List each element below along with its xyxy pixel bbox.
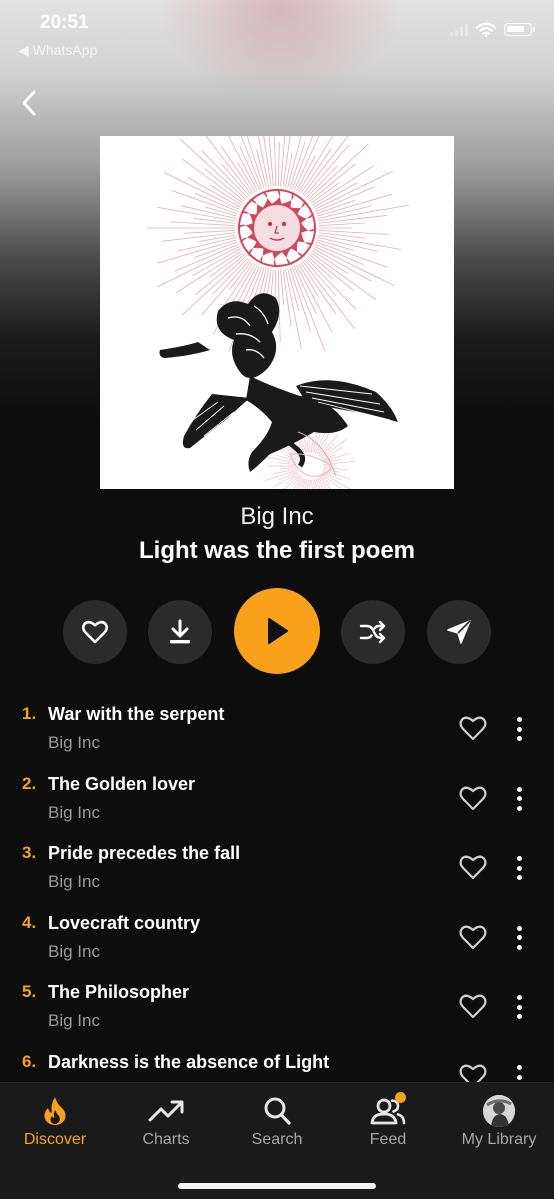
heart-icon[interactable] [458,923,488,951]
battery-icon [504,23,535,36]
home-indicator [178,1183,376,1189]
track-artist: Big Inc [48,733,100,752]
track-number: 6. [22,1052,37,1071]
track-list: 1. War with the serpent Big Inc 2. The Golde… [0,700,554,1082]
back-button[interactable] [14,86,44,120]
tab-my-library[interactable]: My Library [444,1095,554,1155]
play-button[interactable] [234,588,320,674]
heart-icon [81,620,109,644]
tab-label: Feed [369,1131,407,1148]
track-title: Lovecraft country [48,912,201,933]
download-icon [170,619,190,644]
status-time: 20:51 [40,12,89,33]
download-button[interactable] [148,600,212,664]
tab-search[interactable]: Search [222,1095,332,1155]
search-icon [264,1097,291,1125]
tab-feed[interactable]: Feed [333,1092,443,1155]
chevron-left-icon [22,90,36,116]
track-title: War with the serpent [48,704,225,724]
heart-icon[interactable] [458,992,488,1020]
more-options-icon[interactable] [508,992,530,1022]
more-options-icon[interactable] [508,714,530,744]
flame-icon [44,1097,66,1125]
album-cover-artwork [147,136,410,489]
album-title: Light was the first poem [138,537,416,564]
share-icon [447,620,471,644]
tab-bar: Discover Charts Search Feed My Library [0,1082,554,1199]
heart-icon[interactable] [458,714,488,742]
wifi-icon [476,22,496,37]
track-number: 1. [22,704,37,723]
track-row[interactable]: 6.Darkness is the absence of LightBig In… [0,1048,554,1082]
status-bar: 20:51 ◀ WhatsApp [0,0,554,64]
album-artist[interactable]: Big Inc [0,503,554,531]
more-options-icon[interactable] [508,853,530,883]
track-artist: Big Inc [48,802,100,822]
tab-discover[interactable]: Discover [0,1095,110,1155]
track-number: 5. [22,982,37,1002]
status-icons [450,22,535,37]
more-options-icon[interactable] [508,784,530,814]
shuffle-button[interactable] [341,600,405,664]
battery-fill [507,26,524,32]
track-title: Pride precedes the fall [48,843,241,864]
avatar-image [483,1095,515,1127]
notification-dot [395,1092,406,1103]
track-row[interactable]: 3. Pride precedes the fall Big Inc [0,839,554,909]
heart-icon[interactable] [458,1062,488,1082]
trend-icon [148,1100,184,1122]
track-artist: Big Inc [48,872,100,892]
more-options-icon[interactable] [508,923,530,953]
tab-label: Discover [23,1131,87,1148]
track-number: 4. [22,912,37,932]
tab-label: Charts [142,1131,190,1148]
avatar [483,1095,515,1127]
track-row[interactable]: 1. War with the serpent Big Inc [0,700,554,770]
heart-icon[interactable] [458,853,488,881]
track-title: The Philosopher [48,982,190,1003]
track-row[interactable]: 2. The Golden lover Big Inc [0,770,554,840]
heart-icon[interactable] [458,784,488,812]
tab-charts[interactable]: Charts [111,1095,221,1155]
back-to-app-link[interactable]: ◀ WhatsApp [18,42,97,59]
track-title: The Golden lover [48,773,196,794]
album-cover [100,136,454,489]
track-row[interactable]: 4. Lovecraft country Big Inc [0,909,554,979]
track-artist: Big Inc [48,941,100,961]
play-icon [268,618,288,644]
track-number: 2. [22,773,37,793]
like-album-button[interactable] [63,600,127,664]
signal-icon [450,23,468,36]
tab-label: Search [251,1131,303,1148]
more-options-icon[interactable] [508,1062,530,1082]
track-title: Darkness is the absence of Light [48,1052,330,1072]
track-artist: Big Inc [48,1011,100,1031]
tab-label: My Library [461,1131,537,1148]
share-button[interactable] [427,600,491,664]
track-row[interactable]: 5. The Philosopher Big Inc [0,978,554,1048]
shuffle-icon [359,620,386,644]
track-number: 3. [22,843,37,863]
action-buttons [0,588,554,676]
